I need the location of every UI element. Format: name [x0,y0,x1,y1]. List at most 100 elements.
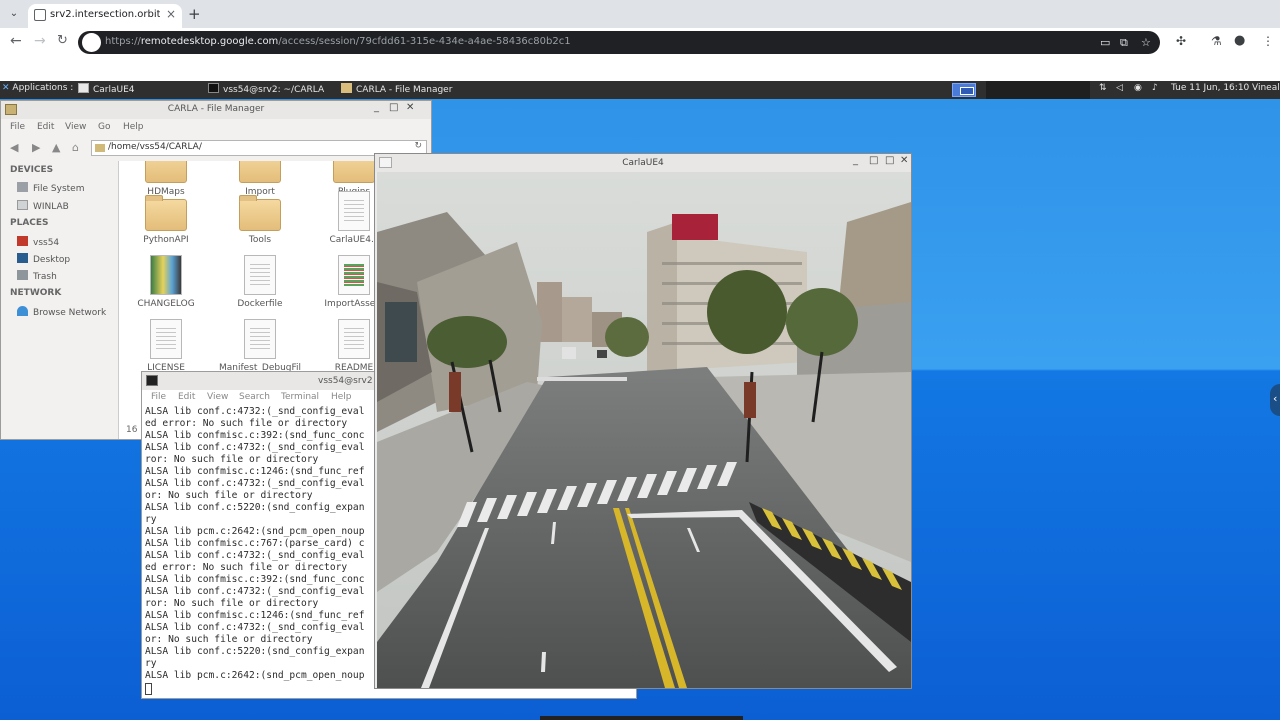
labs-icon[interactable]: ⚗ [1211,34,1222,48]
tab-close-icon[interactable]: × [166,7,176,21]
user-name[interactable]: Vineal [1252,83,1280,93]
taskbar-item-terminal[interactable]: vss54@srv2: ~/CARLA [208,83,324,95]
address-bar[interactable]: https://remotedesktop.google.com/access/… [78,31,1160,54]
forward-icon[interactable]: → [34,33,46,49]
file-item[interactable]: PythonAPI [121,195,211,245]
folder-icon [341,83,352,93]
terminal-app-icon [146,375,158,386]
file-item[interactable]: CHANGELOG [121,255,211,309]
extensions-icon[interactable]: ✣ [1176,34,1186,48]
location-bar: ◀ ▶ ▲ ⌂ /home/vss54/CARLA/↻ [1,137,431,159]
network-icon[interactable]: ⇅ [1099,83,1107,93]
audio-icon[interactable]: ◁ [1116,83,1123,93]
file-item[interactable]: Tools [215,195,305,245]
page-info-icon[interactable]: ▭ [1100,36,1110,49]
street-scene [377,172,911,688]
carla-simulation-viewport[interactable] [377,172,911,688]
close-button[interactable]: ✕ [900,155,908,166]
text-file-icon [150,319,182,359]
maximize-button[interactable]: □ [389,102,398,113]
carla-window: CarlaUE4 _ □ □ ✕ [374,153,912,689]
trash-icon [17,270,28,280]
forward-arrow-icon[interactable]: ▶ [32,141,40,154]
drive-icon [17,182,28,192]
minimize-button[interactable]: _ [374,102,379,113]
path-reload-icon[interactable]: ↻ [414,141,422,151]
terminal-cursor [145,683,152,695]
menu-edit[interactable]: Edit [37,122,54,132]
notifications-bell-icon[interactable]: ♪ [1152,83,1158,93]
close-button[interactable]: ✕ [406,102,414,113]
back-icon[interactable]: ← [10,33,22,49]
sidebar-header-network: NETWORK [10,288,62,298]
menu-file[interactable]: File [151,392,166,402]
folder-icon [239,161,281,183]
menu-view[interactable]: View [207,392,228,402]
desktop-panel: ✕ Applications : CarlaUE4 vss54@srv2: ~/… [0,81,1280,99]
maximize-button[interactable]: □ [869,155,878,166]
window-icon [78,83,89,93]
network-drive-icon [17,200,28,210]
menu-terminal[interactable]: Terminal [281,392,319,402]
fullscreen-button[interactable]: □ [885,155,894,166]
cast-icon[interactable]: ⧉ [1120,36,1128,50]
text-file-icon [338,319,370,359]
url-text: https://remotedesktop.google.com/access/… [105,36,571,47]
file-item[interactable]: Manifest_DebugFil [215,319,305,373]
home-icon[interactable]: ⌂ [72,141,79,154]
file-item[interactable]: Dockerfile [215,255,305,309]
menu-view[interactable]: View [65,122,86,132]
profile-avatar-icon[interactable]: ● [1234,33,1245,48]
sidebar-item-home[interactable]: vss54 [17,236,59,248]
back-arrow-icon[interactable]: ◀ [10,141,18,154]
sidebar-item-trash[interactable]: Trash [17,270,57,282]
file-item[interactable]: HDMaps [121,161,211,197]
site-info-icon[interactable] [82,33,101,52]
home-folder-icon [17,236,28,246]
script-file-icon [338,255,370,295]
terminal-title: vss54@srv2 [318,376,373,386]
taskbar-item-file-manager[interactable]: CARLA - File Manager [341,83,452,95]
power-icon[interactable]: ◉ [1134,83,1142,93]
menu-edit[interactable]: Edit [178,392,195,402]
sidebar-item-browse-network[interactable]: Browse Network [17,306,106,318]
file-item[interactable]: LICENSE [121,319,211,373]
new-tab-button[interactable]: + [188,5,201,23]
remote-desktop-strip [0,56,1280,81]
browser-tab-active[interactable]: srv2.intersection.orbit-lab.o × [28,4,182,28]
remote-side-panel-handle[interactable]: ‹ [1270,384,1280,416]
menu-file[interactable]: File [10,122,25,132]
file-item[interactable]: Import [215,161,305,197]
bookmark-star-icon[interactable]: ☆ [1141,36,1151,49]
folder-icon [145,161,187,183]
folder-icon [333,161,375,183]
xfce-logo-icon: ✕ [2,83,10,93]
sidebar-item-winlab[interactable]: WINLAB [17,200,69,212]
menu-go[interactable]: Go [98,122,110,132]
text-file-icon [244,319,276,359]
tab-title: srv2.intersection.orbit-lab.o [50,9,160,20]
reload-icon[interactable]: ↻ [57,33,68,48]
menu-kebab-icon[interactable]: ⋮ [1262,34,1274,48]
file-manager-titlebar[interactable]: CARLA - File Manager _ □ ✕ [1,101,431,119]
applications-menu[interactable]: ✕ Applications : [2,83,73,93]
favicon-icon [34,9,46,21]
clock[interactable]: Tue 11 Jun, 16:10 [1171,83,1249,93]
taskbar-item-carla[interactable]: CarlaUE4 [78,83,135,95]
menu-help[interactable]: Help [331,392,352,402]
up-arrow-icon[interactable]: ▲ [52,141,60,154]
tab-search-icon[interactable]: ⌄ [6,6,22,22]
sidebar-item-file-system[interactable]: File System [17,182,84,194]
minimize-button[interactable]: _ [853,155,858,166]
bottom-strip [540,716,743,720]
file-manager-menubar: File Edit View Go Help [1,119,431,137]
menu-help[interactable]: Help [123,122,144,132]
file-manager-sidebar: DEVICES File System WINLAB PLACES vss54 … [3,161,117,439]
path-folder-icon [95,144,105,152]
sidebar-item-desktop[interactable]: Desktop [17,253,70,265]
workspace-switcher[interactable] [952,83,976,97]
carla-title: CarlaUE4 [622,158,664,168]
menu-search[interactable]: Search [239,392,270,402]
carla-titlebar[interactable]: CarlaUE4 _ □ □ ✕ [375,154,911,172]
folder-icon [145,195,187,231]
